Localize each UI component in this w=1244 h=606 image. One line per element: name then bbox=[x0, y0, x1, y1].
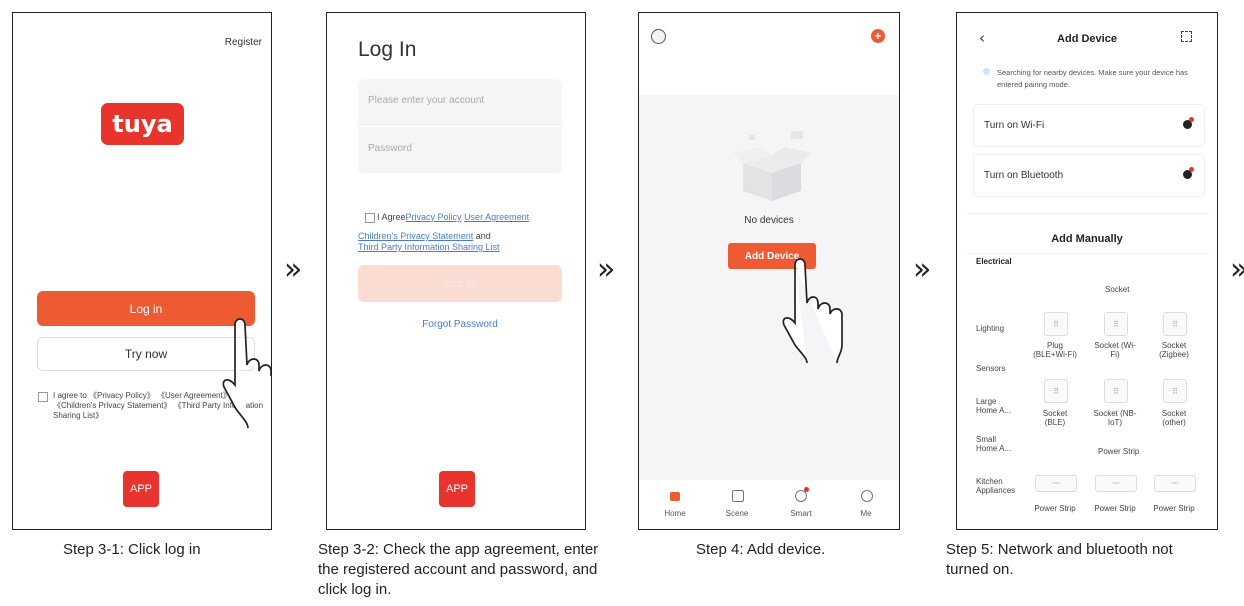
account-placeholder: Please enter your account bbox=[368, 95, 485, 106]
device-label[interactable]: Plug (BLE+Wi-Fi) bbox=[1032, 341, 1078, 359]
caption-step-3-1: Step 3-1: Click log in bbox=[63, 541, 201, 558]
screen-login-form: Log In Please enter your account Passwor… bbox=[326, 12, 586, 530]
power-strip-header: Power Strip bbox=[1098, 447, 1140, 456]
device-label[interactable]: Socket (Wi-Fi) bbox=[1092, 341, 1138, 359]
agree-prefix: I Agree bbox=[377, 212, 406, 222]
page-title: Add Device bbox=[1057, 33, 1117, 45]
device-label[interactable]: Socket (NB-IoT) bbox=[1092, 409, 1138, 427]
caption-step-5: Step 5: Network and bluetooth not turned… bbox=[946, 541, 1173, 578]
add-icon[interactable]: + bbox=[871, 29, 885, 43]
hand-pointer-icon bbox=[222, 318, 271, 428]
divider bbox=[967, 213, 1209, 214]
device-label[interactable]: Socket (BLE) bbox=[1032, 409, 1078, 427]
scan-icon[interactable] bbox=[651, 29, 666, 44]
agree-checkbox[interactable] bbox=[38, 392, 48, 402]
searching-text: Searching for nearby devices. Make sure … bbox=[997, 68, 1188, 89]
category-electrical[interactable]: Electrical bbox=[976, 257, 1012, 266]
tab-smart[interactable]: Smart bbox=[781, 509, 821, 518]
wifi-row[interactable]: Turn on Wi-Fi bbox=[973, 104, 1205, 147]
scan-icon[interactable] bbox=[1181, 31, 1192, 42]
socket-icon[interactable]: ⠿ bbox=[1163, 312, 1187, 336]
category-small-home[interactable]: Small Home A... bbox=[976, 435, 1014, 453]
next-step-arrow: » bbox=[913, 252, 932, 287]
hand-pointer-icon bbox=[782, 258, 843, 363]
device-label[interactable]: Power Strip bbox=[1151, 504, 1197, 513]
empty-box-icon bbox=[733, 131, 811, 201]
divider bbox=[358, 126, 562, 127]
searching-spinner-icon bbox=[983, 68, 990, 75]
no-devices-text: No devices bbox=[744, 215, 794, 226]
agree-checkbox[interactable] bbox=[365, 213, 375, 223]
app-badge: APP bbox=[439, 471, 475, 507]
device-label[interactable]: Socket (other) bbox=[1151, 409, 1197, 427]
caption-step-4: Step 4: Add device. bbox=[696, 541, 826, 558]
next-step-arrow: » bbox=[597, 252, 616, 287]
children-privacy-link[interactable]: Children's Privacy Statement bbox=[358, 231, 473, 241]
and-text: and bbox=[475, 231, 491, 241]
socket-icon[interactable]: ⠿ bbox=[1104, 379, 1128, 403]
socket-icon[interactable]: ⠿ bbox=[1044, 379, 1068, 403]
bluetooth-row[interactable]: Turn on Bluetooth bbox=[973, 154, 1205, 197]
wifi-row-label: Turn on Wi-Fi bbox=[984, 120, 1045, 131]
tab-scene[interactable]: Scene bbox=[717, 509, 757, 518]
category-lighting[interactable]: Lighting bbox=[976, 324, 1004, 333]
user-agreement-link[interactable]: User Agreement bbox=[464, 212, 529, 222]
socket-header: Socket bbox=[1105, 285, 1130, 294]
category-large-home[interactable]: Large Home A... bbox=[976, 397, 1014, 415]
account-input[interactable]: Please enter your account Password bbox=[358, 79, 562, 173]
bluetooth-row-label: Turn on Bluetooth bbox=[984, 170, 1064, 181]
add-manually-title: Add Manually bbox=[1051, 233, 1123, 245]
wifi-warning-dot bbox=[1189, 117, 1194, 122]
power-strip-icon[interactable]: ▫▫▫ bbox=[1095, 475, 1137, 492]
smart-notification-dot bbox=[804, 487, 809, 492]
me-icon[interactable] bbox=[861, 490, 873, 502]
password-field[interactable]: Password bbox=[368, 143, 412, 154]
login-button-label: Log In bbox=[444, 277, 476, 290]
tab-home[interactable]: Home bbox=[655, 509, 695, 518]
try-now-label: Try now bbox=[124, 347, 168, 361]
socket-icon[interactable]: ⠿ bbox=[1163, 379, 1187, 403]
agree-text-line2: Children's Privacy Statement and Third P… bbox=[358, 231, 568, 253]
third-party-link[interactable]: Third Party Information Sharing List bbox=[358, 242, 500, 252]
category-panel-divider bbox=[967, 253, 1209, 254]
device-label[interactable]: Power Strip bbox=[1092, 504, 1138, 513]
screen-login-welcome: Register tuya Log in Try now I agree to … bbox=[12, 12, 272, 530]
power-strip-icon[interactable]: ▫▫▫ bbox=[1035, 475, 1077, 492]
screen-add-device: ‹ Add Device Searching for nearby device… bbox=[956, 12, 1218, 530]
bluetooth-warning-dot bbox=[1189, 167, 1194, 172]
device-label[interactable]: Socket (Zigbee) bbox=[1151, 341, 1197, 359]
category-kitchen[interactable]: Kitchen Appliances bbox=[976, 477, 1016, 495]
next-step-arrow: » bbox=[284, 252, 303, 287]
tuya-logo: tuya bbox=[101, 103, 184, 145]
socket-icon[interactable]: ⠿ bbox=[1044, 312, 1068, 336]
agree-text: I AgreePrivacy Policy User Agreement bbox=[377, 212, 577, 223]
socket-icon[interactable]: ⠿ bbox=[1104, 312, 1128, 336]
login-button-label: Log in bbox=[129, 301, 163, 316]
tuya-logo-text: tuya bbox=[112, 110, 173, 138]
caption-step-3-2: Step 3-2: Check the app agreement, enter… bbox=[318, 541, 599, 598]
forgot-password-link[interactable]: Forgot Password bbox=[358, 319, 562, 330]
category-sensors[interactable]: Sensors bbox=[976, 364, 1005, 373]
scene-icon[interactable] bbox=[732, 490, 744, 502]
tab-home-icon[interactable] bbox=[670, 492, 680, 501]
app-badge: APP bbox=[123, 471, 159, 507]
power-strip-icon[interactable]: ▫▫▫ bbox=[1154, 475, 1196, 492]
tab-me[interactable]: Me bbox=[846, 509, 886, 518]
page-title: Log In bbox=[358, 38, 417, 61]
next-step-arrow: » bbox=[1230, 255, 1244, 285]
tab-bar: Home Scene Smart Me bbox=[639, 480, 899, 529]
register-link[interactable]: Register bbox=[225, 37, 262, 48]
login-button[interactable]: Log In bbox=[358, 265, 562, 302]
privacy-policy-link[interactable]: Privacy Policy bbox=[406, 212, 462, 222]
device-label[interactable]: Power Strip bbox=[1032, 504, 1078, 513]
screen-home-empty: + No devices Add Device Home Scene Smart… bbox=[638, 12, 900, 530]
